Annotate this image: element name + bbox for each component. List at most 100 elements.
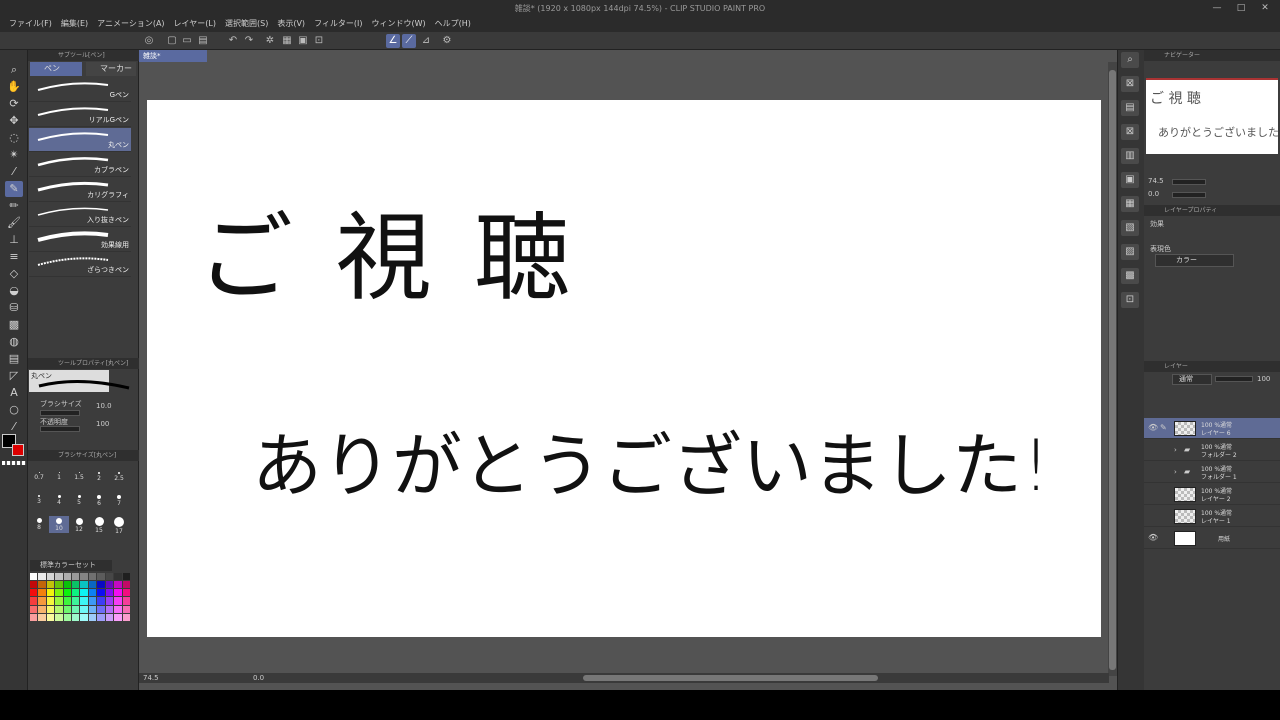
panel-icon[interactable]: ▦ — [1121, 196, 1139, 212]
brush-size-value[interactable]: 10.0 — [96, 402, 112, 410]
color-swatch[interactable] — [122, 581, 130, 589]
menu-window[interactable]: ウィンドウ(W) — [369, 16, 432, 32]
app-icon[interactable]: ◎ — [142, 34, 156, 48]
color-swatch[interactable] — [63, 613, 72, 621]
color-swatch[interactable] — [55, 573, 63, 581]
color-swatch[interactable] — [55, 613, 63, 621]
airbrush-icon[interactable]: ⊥ — [5, 232, 23, 248]
menu-filter[interactable]: フィルター(I) — [311, 16, 368, 32]
color-swatch[interactable] — [30, 573, 38, 581]
color-swatch[interactable] — [114, 589, 122, 597]
opacity-slider[interactable] — [40, 426, 80, 432]
color-swatch[interactable] — [122, 589, 130, 597]
menu-file[interactable]: ファイル(F) — [6, 16, 58, 32]
eye-icon[interactable]: 👁 — [1148, 423, 1158, 432]
color-swatch[interactable] — [72, 613, 80, 621]
color-swatch[interactable] — [80, 605, 88, 613]
text-tool-icon[interactable]: A — [5, 385, 23, 401]
color-swatch[interactable] — [97, 581, 105, 589]
color-swatch[interactable] — [80, 573, 88, 581]
canvas-zoom-value[interactable]: 74.5 — [143, 674, 159, 682]
color-swatch[interactable] — [46, 613, 55, 621]
brush-size-cell[interactable]: 4 — [49, 492, 69, 509]
navigator-angle-slider[interactable] — [1172, 192, 1206, 198]
hand-tool-icon[interactable]: ✋ — [5, 79, 23, 95]
snap-grid-icon[interactable]: ⊿ — [419, 34, 433, 48]
color-swatch[interactable] — [55, 581, 63, 589]
brush-size-slider[interactable] — [40, 410, 80, 416]
color-swatch[interactable] — [88, 589, 97, 597]
panel-icon[interactable]: ▥ — [1121, 148, 1139, 164]
transform-icon[interactable]: ⊡ — [312, 34, 326, 48]
snap-ruler-icon[interactable]: ∠ — [386, 34, 400, 48]
color-swatch[interactable] — [105, 597, 114, 605]
undo-icon[interactable]: ↶ — [226, 34, 240, 48]
color-swatch[interactable] — [38, 581, 46, 589]
layer-row[interactable]: 100 %通常 レイヤー 2 — [1144, 484, 1280, 505]
settings-icon[interactable]: ⚙ — [440, 34, 454, 48]
color-swatch[interactable] — [63, 581, 72, 589]
layer-row[interactable]: 100 %通常 レイヤー 1 — [1144, 506, 1280, 527]
balloon-icon[interactable]: ○ — [5, 402, 23, 418]
panel-icon[interactable]: ▣ — [1121, 172, 1139, 188]
color-swatch[interactable] — [72, 605, 80, 613]
color-swatch[interactable] — [114, 605, 122, 613]
color-swatch[interactable] — [63, 605, 72, 613]
navigator-thumbnail[interactable]: ご 視 聴 ありがとうございました! — [1146, 78, 1280, 154]
brush-size-cell[interactable]: 17 — [109, 516, 129, 535]
brush-size-cell[interactable]: 8 — [29, 516, 49, 533]
pen-tool-icon[interactable]: ✎ — [5, 181, 23, 197]
eye-icon[interactable]: 👁 — [1148, 533, 1158, 542]
new-file-icon[interactable]: ▢ — [165, 34, 179, 48]
color-swatch[interactable] — [30, 581, 38, 589]
color-swatch[interactable] — [105, 581, 114, 589]
menu-edit[interactable]: 編集(E) — [58, 16, 94, 32]
material-icon[interactable]: ⊠ — [1121, 76, 1139, 92]
color-swatch[interactable] — [114, 613, 122, 621]
correct-line-icon[interactable]: ⁄ — [5, 419, 23, 435]
rotate-tool-icon[interactable]: ⟳ — [5, 96, 23, 112]
decoration-icon[interactable]: ≡ — [5, 249, 23, 265]
gradient-icon[interactable]: ▩ — [5, 317, 23, 333]
color-swatch[interactable] — [30, 613, 38, 621]
navigator-angle-value[interactable]: 0.0 — [1148, 190, 1159, 198]
brush-size-cell[interactable]: 1.5 — [69, 468, 89, 485]
color-swatch[interactable] — [38, 613, 46, 621]
menu-view[interactable]: 表示(V) — [274, 16, 311, 32]
brush-size-cell[interactable]: 1 — [49, 468, 69, 485]
brush-item[interactable]: 効果線用 — [29, 228, 131, 252]
brush-item[interactable]: カブラペン — [29, 153, 131, 177]
opacity-value[interactable]: 100 — [96, 420, 109, 428]
color-swatch[interactable] — [114, 581, 122, 589]
color-swatch[interactable] — [122, 573, 130, 581]
tab-marker[interactable]: マーカー — [86, 62, 136, 76]
color-swatch[interactable] — [97, 613, 105, 621]
layer-row[interactable]: 👁 用紙 — [1144, 528, 1280, 549]
fill-tool-icon[interactable]: ⛁ — [5, 300, 23, 316]
color-swatch[interactable] — [88, 581, 97, 589]
brush-size-cell[interactable]: 0.7 — [29, 468, 49, 485]
color-swatch[interactable] — [97, 597, 105, 605]
canvas-angle-value[interactable]: 0.0 — [253, 674, 264, 682]
color-swatch[interactable] — [72, 597, 80, 605]
color-swatch[interactable] — [97, 605, 105, 613]
transparent-color-icon[interactable] — [2, 461, 26, 465]
redo-icon[interactable]: ↷ — [242, 34, 256, 48]
color-swatch[interactable] — [114, 597, 122, 605]
layer-opacity-value[interactable]: 100 — [1257, 375, 1270, 383]
brush-size-cell[interactable]: 10 — [49, 516, 69, 533]
panel-icon[interactable]: ▩ — [1121, 268, 1139, 284]
color-swatch[interactable] — [63, 573, 72, 581]
clear-icon[interactable]: ▦ — [280, 34, 294, 48]
color-swatch[interactable] — [97, 589, 105, 597]
folder-expand-icon[interactable]: › — [1174, 446, 1177, 454]
color-swatch[interactable] — [63, 597, 72, 605]
brush-item[interactable]: 入り抜きペン — [29, 203, 131, 227]
color-swatch[interactable] — [46, 597, 55, 605]
layer-row[interactable]: › ▰ 100 %通常 フォルダー 1 — [1144, 462, 1280, 483]
color-swatch[interactable] — [105, 613, 114, 621]
color-swatch[interactable] — [88, 613, 97, 621]
vertical-scroll-thumb[interactable] — [1109, 70, 1116, 670]
horizontal-scroll-thumb[interactable] — [583, 675, 878, 681]
color-swatch[interactable] — [46, 605, 55, 613]
